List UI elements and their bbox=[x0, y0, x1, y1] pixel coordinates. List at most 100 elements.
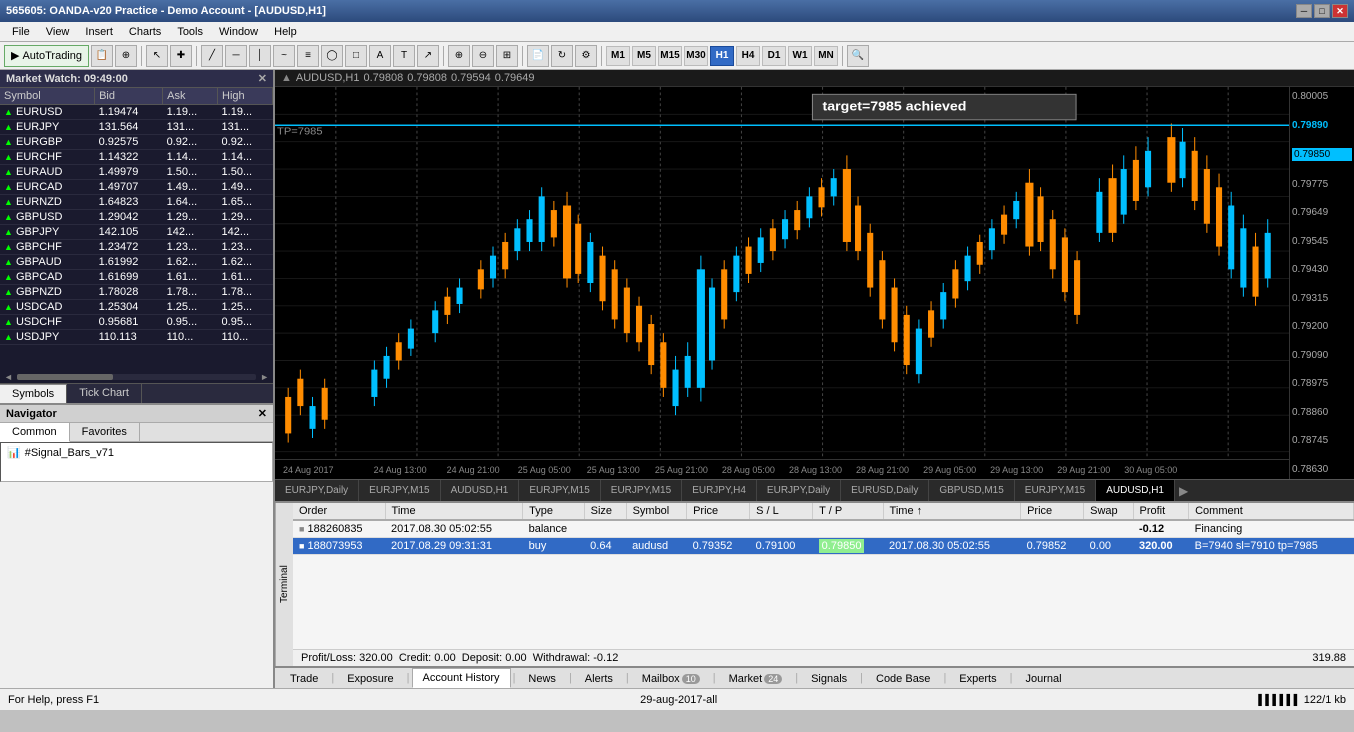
menu-tools[interactable]: Tools bbox=[169, 24, 211, 40]
toolbar-ellipse-btn[interactable]: ◯ bbox=[321, 45, 343, 67]
tf-mn[interactable]: MN bbox=[814, 46, 838, 66]
market-watch-row[interactable]: ▲ GBPUSD 1.29042 1.29... 1.29... bbox=[0, 210, 273, 225]
toolbar-text-btn[interactable]: A bbox=[369, 45, 391, 67]
terminal-row[interactable]: ■ 188073953 2017.08.29 09:31:31 buy 0.64… bbox=[293, 538, 1354, 555]
bottom-tab-experts[interactable]: Experts bbox=[948, 668, 1007, 688]
chart-tab-eurusd-daily[interactable]: EURUSD,Daily bbox=[841, 480, 929, 502]
toolbar-zoom-out-btn[interactable]: ⊖ bbox=[472, 45, 494, 67]
market-watch-row[interactable]: ▲ EURAUD 1.49979 1.50... 1.50... bbox=[0, 165, 273, 180]
market-watch-row[interactable]: ▲ EURNZD 1.64823 1.64... 1.65... bbox=[0, 195, 273, 210]
market-watch-row[interactable]: ▲ GBPCAD 1.61699 1.61... 1.61... bbox=[0, 270, 273, 285]
toolbar-cursor-btn[interactable]: ↖ bbox=[146, 45, 168, 67]
market-watch-row[interactable]: ▲ GBPNZD 1.78028 1.78... 1.78... bbox=[0, 285, 273, 300]
toolbar-hline-btn[interactable]: ─ bbox=[225, 45, 247, 67]
menu-window[interactable]: Window bbox=[211, 24, 266, 40]
chart-tab-eurjpy-m15-1[interactable]: EURJPY,M15 bbox=[359, 480, 440, 502]
nav-item-signal[interactable]: 📊 #Signal_Bars_v71 bbox=[7, 445, 266, 460]
toolbar-fib-btn[interactable]: ~ bbox=[273, 45, 295, 67]
bottom-tab-alerts[interactable]: Alerts bbox=[574, 668, 624, 688]
autotrading-btn[interactable]: ▶ AutoTrading bbox=[4, 45, 89, 67]
toolbar-settings-btn[interactable]: ⚙ bbox=[575, 45, 597, 67]
toolbar-rect-btn[interactable]: □ bbox=[345, 45, 367, 67]
chart-tab-eurjpy-m15-4[interactable]: EURJPY,M15 bbox=[1015, 480, 1096, 502]
navigator-close-btn[interactable]: ✕ bbox=[258, 407, 267, 420]
bottom-tab-journal[interactable]: Journal bbox=[1014, 668, 1072, 688]
mw-scrollbar[interactable]: ◄ ► bbox=[0, 371, 273, 383]
menu-charts[interactable]: Charts bbox=[121, 24, 169, 40]
chart-tab-audusd-h1-active[interactable]: AUDUSD,H1 bbox=[1096, 480, 1175, 502]
menu-insert[interactable]: Insert bbox=[77, 24, 121, 40]
mw-tab-symbols[interactable]: Symbols bbox=[0, 384, 67, 403]
nav-tab-favorites[interactable]: Favorites bbox=[70, 423, 140, 441]
tf-w1[interactable]: W1 bbox=[788, 46, 812, 66]
bottom-tab-codebase[interactable]: Code Base bbox=[865, 668, 941, 688]
bottom-tab-account-history[interactable]: Account History bbox=[412, 668, 511, 688]
chart-tab-eurjpy-daily-2[interactable]: EURJPY,Daily bbox=[757, 480, 841, 502]
minimize-btn[interactable]: ─ bbox=[1296, 4, 1312, 18]
terminal-sidebar[interactable]: Terminal bbox=[275, 503, 293, 666]
market-watch-row[interactable]: ▲ GBPJPY 142.105 142... 142... bbox=[0, 225, 273, 240]
menu-view[interactable]: View bbox=[38, 24, 78, 40]
chart-tab-eurjpy-m15-2[interactable]: EURJPY,M15 bbox=[519, 480, 600, 502]
td-size bbox=[584, 520, 626, 538]
chart-tab-gbpusd-m15[interactable]: GBPUSD,M15 bbox=[929, 480, 1014, 502]
market-watch-row[interactable]: ▲ EURJPY 131.564 131... 131... bbox=[0, 120, 273, 135]
toolbar-script-btn[interactable]: 📋 bbox=[91, 45, 113, 67]
market-watch-row[interactable]: ▲ USDCHF 0.95681 0.95... 0.95... bbox=[0, 315, 273, 330]
toolbar-zoom-in-btn[interactable]: ⊕ bbox=[448, 45, 470, 67]
nav-tab-common[interactable]: Common bbox=[0, 423, 70, 442]
toolbar-vline-btn[interactable]: │ bbox=[249, 45, 271, 67]
market-watch-close-btn[interactable]: ✕ bbox=[258, 72, 267, 85]
tf-d1[interactable]: D1 bbox=[762, 46, 786, 66]
mw-cell-bid: 1.19474 bbox=[95, 105, 163, 120]
market-watch-row[interactable]: ▲ USDJPY 110.113 110... 110... bbox=[0, 330, 273, 345]
market-watch-row[interactable]: ▲ EURUSD 1.19474 1.19... 1.19... bbox=[0, 105, 273, 120]
menu-file[interactable]: File bbox=[4, 24, 38, 40]
bottom-tab-signals[interactable]: Signals bbox=[800, 668, 858, 688]
terminal-table-container[interactable]: Order Time Type Size Symbol Price S / L … bbox=[293, 503, 1354, 649]
toolbar-template-btn[interactable]: 📄 bbox=[527, 45, 549, 67]
chart-tab-scroll-right[interactable]: ▶ bbox=[1175, 484, 1192, 498]
tf-h1[interactable]: H1 bbox=[710, 46, 734, 66]
chart-tab-audusd-h1-1[interactable]: AUDUSD,H1 bbox=[441, 480, 520, 502]
terminal-row[interactable]: ■ 188260835 2017.08.30 05:02:55 balance … bbox=[293, 520, 1354, 538]
mw-tab-tick-chart[interactable]: Tick Chart bbox=[67, 384, 142, 403]
menu-help[interactable]: Help bbox=[266, 24, 305, 40]
market-watch-row[interactable]: ▲ GBPCHF 1.23472 1.23... 1.23... bbox=[0, 240, 273, 255]
market-watch-row[interactable]: ▲ USDCAD 1.25304 1.25... 1.25... bbox=[0, 300, 273, 315]
bottom-tab-trade[interactable]: Trade bbox=[279, 668, 329, 688]
toolbar-refresh-btn[interactable]: ↻ bbox=[551, 45, 573, 67]
market-watch-row[interactable]: ▲ EURGBP 0.92575 0.92... 0.92... bbox=[0, 135, 273, 150]
bottom-tab-market[interactable]: Market24 bbox=[718, 668, 794, 688]
tf-h4[interactable]: H4 bbox=[736, 46, 760, 66]
maximize-btn[interactable]: □ bbox=[1314, 4, 1330, 18]
tf-m30[interactable]: M30 bbox=[684, 46, 708, 66]
chart-tab-eurjpy-h4[interactable]: EURJPY,H4 bbox=[682, 480, 757, 502]
tf-m1[interactable]: M1 bbox=[606, 46, 630, 66]
tf-m5[interactable]: M5 bbox=[632, 46, 656, 66]
market-watch-table-container[interactable]: Symbol Bid Ask High ▲ EURUSD 1.19474 1.1… bbox=[0, 88, 273, 371]
chart-tab-eurjpy-m15-3[interactable]: EURJPY,M15 bbox=[601, 480, 682, 502]
tf-m15[interactable]: M15 bbox=[658, 46, 682, 66]
mw-cell-high: 110... bbox=[218, 330, 273, 345]
bottom-tab-exposure[interactable]: Exposure bbox=[336, 668, 404, 688]
toolbar-new-order-btn[interactable]: ⊕ bbox=[115, 45, 137, 67]
mw-cell-symbol: ▲ EURGBP bbox=[0, 135, 95, 150]
bottom-tab-news[interactable]: News bbox=[517, 668, 567, 688]
toolbar-label-btn[interactable]: T bbox=[393, 45, 415, 67]
toolbar-line-btn[interactable]: ╱ bbox=[201, 45, 223, 67]
toolbar-channel-btn[interactable]: ≡ bbox=[297, 45, 319, 67]
toolbar-search-btn[interactable]: 🔍 bbox=[847, 45, 869, 67]
chart-tab-eurjpy-daily[interactable]: EURJPY,Daily bbox=[275, 480, 359, 502]
market-watch-row[interactable]: ▲ EURCHF 1.14322 1.14... 1.14... bbox=[0, 150, 273, 165]
toolbar-crosshair-btn[interactable]: ✚ bbox=[170, 45, 192, 67]
market-watch-row[interactable]: ▲ EURCAD 1.49707 1.49... 1.49... bbox=[0, 180, 273, 195]
chart-canvas[interactable]: TP=7985 target=7985 achieved bbox=[275, 87, 1289, 479]
chart-tabs: EURJPY,Daily EURJPY,M15 AUDUSD,H1 EURJPY… bbox=[275, 479, 1354, 501]
close-btn[interactable]: ✕ bbox=[1332, 4, 1348, 18]
mailbox-badge: 10 bbox=[682, 674, 700, 684]
market-watch-row[interactable]: ▲ GBPAUD 1.61992 1.62... 1.62... bbox=[0, 255, 273, 270]
toolbar-arrow-btn[interactable]: ↗ bbox=[417, 45, 439, 67]
toolbar-fit-btn[interactable]: ⊞ bbox=[496, 45, 518, 67]
bottom-tab-mailbox[interactable]: Mailbox10 bbox=[631, 668, 711, 688]
